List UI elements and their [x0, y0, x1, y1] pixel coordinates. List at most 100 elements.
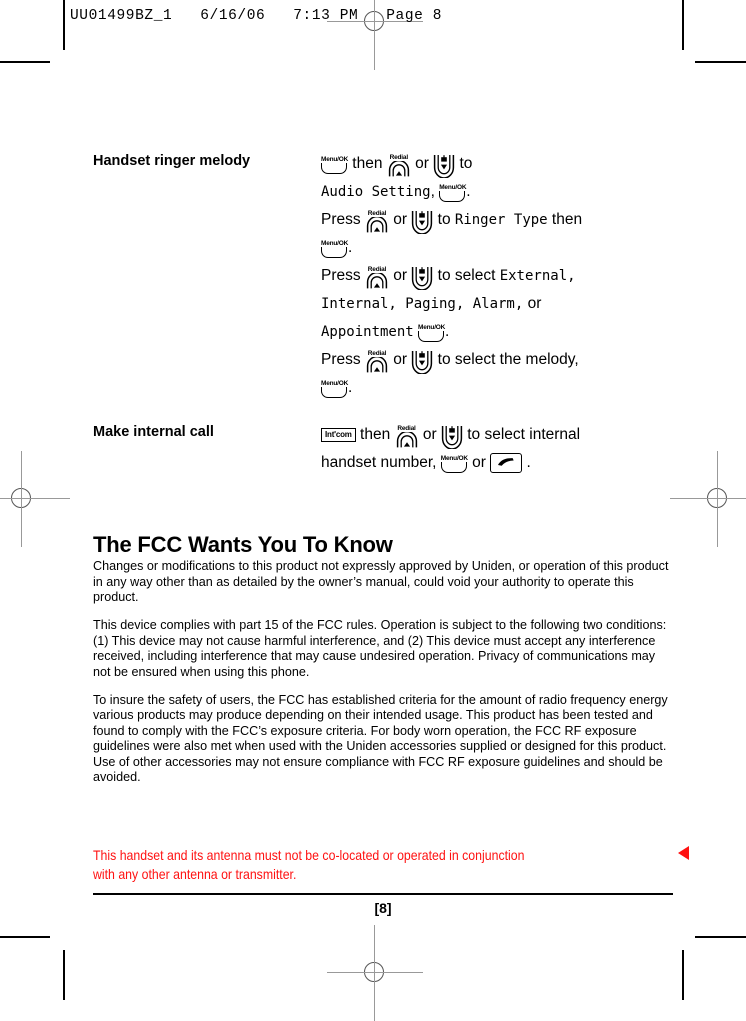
instruction-text: or: [410, 155, 434, 172]
redial-up-arrow-glyph: [396, 431, 417, 448]
page-body: Handset ringer melody Menu/OK then Redia…: [0, 0, 746, 1000]
instruction-text: Press: [321, 267, 365, 284]
instruction-line: Press Redial or to Ringer Type then: [321, 206, 673, 235]
menu-ok-key: Menu/OK: [439, 183, 467, 202]
redial-key-label: Redial: [389, 153, 409, 161]
instruction-text: to: [455, 155, 473, 172]
redial-key-label: Redial: [367, 349, 387, 357]
menu-ok-key-label: Menu/OK: [321, 239, 349, 247]
instruction-line: Press Redial or to select the melody,: [321, 346, 673, 375]
instruction-text: ,: [430, 183, 440, 200]
instruction-line: Menu/OK.: [321, 374, 673, 402]
redial-up-key: Redial: [365, 210, 389, 233]
talk-handset-glyph: [498, 457, 514, 466]
instruction-text: then: [355, 426, 395, 443]
phonebook-down-key: [441, 425, 463, 450]
instruction-text: .: [466, 183, 471, 200]
menu-ok-key-label: Menu/OK: [418, 323, 446, 331]
instruction-text: to: [433, 211, 455, 228]
phonebook-down-key: [411, 210, 433, 235]
menu-ok-key: Menu/OK: [321, 240, 348, 258]
instruction-text: or: [388, 351, 412, 368]
talk-key: [490, 452, 523, 473]
instruction-text: .: [348, 379, 353, 396]
instruction-line: Press Redial or to select External,: [321, 262, 673, 291]
section-handset-ringer-melody: Handset ringer melody Menu/OK then Redia…: [93, 150, 673, 402]
instruction-line: Internal, Paging, Alarm, or: [321, 290, 673, 318]
section-label: Make internal call: [93, 424, 214, 440]
menu-ok-key-cap: [439, 190, 466, 202]
instruction-text: to select the melody,: [433, 351, 579, 368]
fcc-paragraph: This device complies with part 15 of the…: [93, 618, 667, 679]
intcom-key: Int'com: [321, 427, 356, 442]
instruction-text: then: [348, 155, 387, 172]
section-instructions: Int'com then Redial or to select interna…: [321, 421, 673, 477]
instruction-text: or: [388, 267, 412, 284]
instruction-text: or: [388, 211, 412, 228]
section-instructions: Menu/OK then Redial or to Audio Setting, …: [321, 150, 673, 402]
instruction-line: Int'com then Redial or to select interna…: [321, 421, 673, 450]
fcc-paragraph: Changes or modifications to this product…: [93, 559, 669, 604]
redial-up-key: Redial: [387, 154, 411, 177]
lcd-display-text: Ringer Type: [454, 212, 548, 228]
redial-key-label: Redial: [397, 424, 416, 432]
instruction-text: then: [547, 211, 583, 228]
phonebook-down-key-glyph: [412, 351, 433, 375]
redial-up-arrow-glyph: [366, 216, 388, 233]
fcc-block: The FCC Wants You To Know Changes or mod…: [93, 532, 673, 785]
page-number: [8]: [374, 900, 392, 916]
menu-ok-key: Menu/OK: [418, 324, 445, 342]
menu-ok-key: Menu/OK: [440, 454, 468, 473]
instruction-text: .: [522, 454, 531, 471]
phonebook-down-key-glyph: [412, 211, 433, 235]
menu-ok-key-label: Menu/OK: [321, 379, 349, 387]
instruction-text: to select: [433, 267, 500, 284]
instruction-text: or: [467, 454, 491, 471]
lcd-display-text: External,: [499, 268, 576, 284]
instruction-text: to select internal: [462, 426, 581, 443]
redial-up-key: Redial: [365, 350, 389, 373]
menu-ok-key-label: Menu/OK: [440, 454, 468, 462]
menu-ok-key-cap: [321, 386, 347, 398]
instruction-text: Press: [321, 211, 365, 228]
fcc-warning: This handset and its antenna must not be…: [93, 846, 673, 883]
section-label: Handset ringer melody: [93, 153, 251, 169]
menu-ok-key-cap: [321, 162, 347, 174]
instruction-line: Menu/OK then Redial or to: [321, 150, 673, 179]
instruction-text: Press: [321, 351, 365, 368]
instruction-line: Audio Setting, Menu/OK.: [321, 178, 673, 206]
redial-up-key: Redial: [365, 266, 389, 289]
phonebook-down-key: [411, 350, 433, 375]
fcc-warning-line: with any other antenna or transmitter.: [93, 865, 297, 882]
redial-key-label: Redial: [367, 209, 387, 217]
instruction-line: handset number, Menu/OK or .: [321, 449, 673, 477]
lcd-display-text: Appointment: [321, 324, 414, 340]
phonebook-down-key-glyph: [441, 426, 463, 450]
instruction-text: .: [348, 239, 353, 256]
redial-up-key: Redial: [395, 425, 419, 448]
fcc-paragraph: To insure the safety of users, the FCC h…: [93, 693, 668, 785]
instruction-text: or: [418, 426, 441, 443]
phonebook-down-key-glyph: [434, 155, 455, 179]
menu-ok-key-label: Menu/OK: [439, 183, 467, 191]
menu-ok-key-cap: [321, 246, 347, 258]
redial-up-arrow-glyph: [388, 160, 409, 177]
lcd-display-text: Internal, Paging, Alarm,: [321, 296, 524, 312]
instruction-text: handset number,: [321, 454, 441, 471]
phonebook-down-key: [433, 154, 455, 179]
redial-key-label: Redial: [367, 265, 387, 273]
menu-ok-key-label: Menu/OK: [321, 155, 349, 163]
footer-divider: [93, 893, 673, 895]
instruction-text: .: [445, 323, 450, 340]
fcc-heading: The FCC Wants You To Know: [93, 532, 393, 557]
menu-ok-key-cap: [418, 330, 445, 342]
instruction-text: or: [523, 295, 542, 312]
fcc-warning-line: This handset and its antenna must not be…: [93, 847, 525, 863]
instruction-line: Appointment Menu/OK.: [321, 318, 673, 346]
menu-ok-key: Menu/OK: [321, 156, 348, 174]
redial-up-arrow-glyph: [366, 356, 388, 373]
phonebook-down-key: [411, 266, 433, 291]
lcd-display-text: Audio Setting: [321, 184, 431, 200]
revision-arrow-icon: [678, 846, 689, 860]
redial-up-arrow-glyph: [366, 272, 388, 289]
